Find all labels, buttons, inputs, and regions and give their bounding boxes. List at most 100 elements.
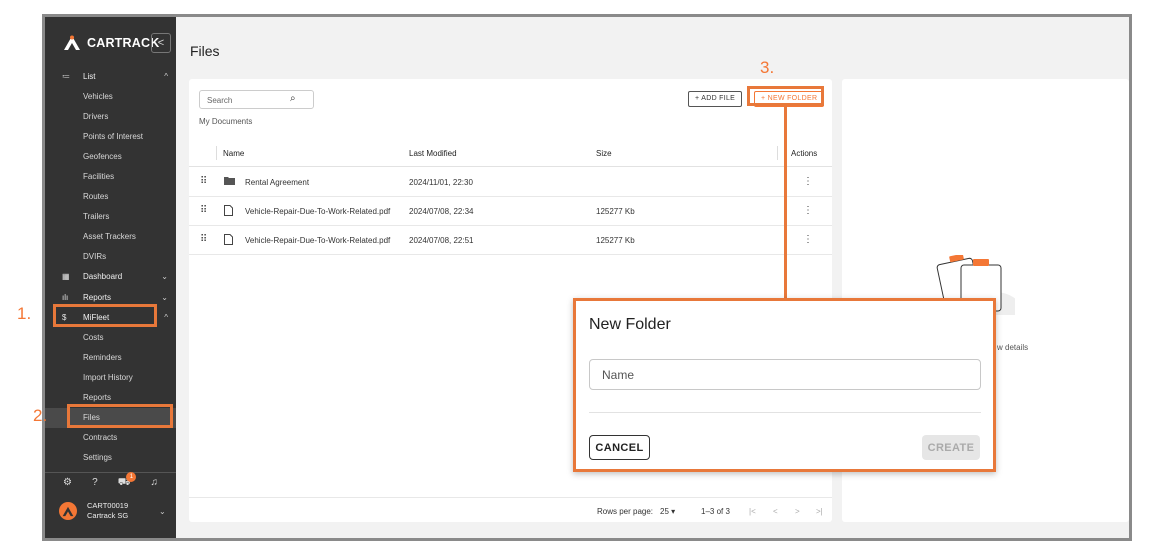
table-row[interactable]: ⠿ Vehicle-Repair-Due-To-Work-Related.pdf 2…	[189, 197, 832, 226]
file-name[interactable]: Vehicle-Repair-Due-To-Work-Related.pdf	[245, 236, 390, 245]
chevron-icon[interactable]: ⌄	[161, 272, 168, 281]
rows-per-page-value: 25	[660, 507, 669, 516]
sidebar-item-label: Dashboard	[83, 272, 123, 282]
create-button[interactable]: CREATE	[922, 435, 980, 460]
cartrack-logo-icon	[64, 35, 80, 50]
cancel-button[interactable]: CANCEL	[589, 435, 650, 460]
dialog-title: New Folder	[589, 316, 671, 333]
vehicle-alert-icon[interactable]: ⛟ 1	[118, 472, 137, 490]
drag-handle-icon[interactable]: ⠿	[200, 205, 207, 216]
sidebar-item-routes[interactable]: Routes	[45, 187, 176, 207]
column-header-actions: Actions	[791, 149, 818, 158]
chevron-icon[interactable]: ^	[164, 72, 168, 81]
sidebar-item-facilities[interactable]: Facilities	[45, 166, 176, 186]
avatar	[59, 502, 77, 520]
sidebar-item-geofences[interactable]: Geofences	[45, 146, 176, 166]
pagination-range: 1–3 of 3	[701, 507, 730, 516]
file-size: 125277 Kb	[596, 236, 635, 245]
sidebar: CARTRACK < ≔ List ^ Vehicles Drivers Points o…	[45, 17, 176, 538]
more-actions-icon[interactable]: ⋮	[803, 176, 813, 187]
file-icon	[224, 234, 233, 247]
collapse-sidebar-button[interactable]: <	[151, 33, 171, 53]
bar-chart-icon: ılı	[62, 292, 69, 302]
new-folder-dialog: New Folder Name CANCEL CREATE	[573, 298, 996, 472]
sidebar-item-label: Geofences	[83, 151, 122, 161]
sidebar-item-label: Points of Interest	[83, 131, 144, 141]
drag-handle-icon[interactable]: ⠿	[200, 234, 207, 245]
step-label-3: 3.	[760, 58, 775, 77]
sidebar-divider	[45, 472, 176, 473]
column-separator	[777, 146, 778, 160]
folder-icon	[224, 176, 235, 187]
sidebar-item-settings[interactable]: Settings	[45, 448, 176, 468]
sidebar-item-contracts[interactable]: Contracts	[45, 428, 176, 448]
sidebar-item-asset-trackers[interactable]: Asset Trackers	[45, 227, 176, 247]
sidebar-item-dvirs[interactable]: DVIRs	[45, 247, 176, 267]
sidebar-item-label: Vehicles	[83, 91, 113, 101]
add-file-button[interactable]: + ADD FILE	[688, 91, 743, 107]
annotation-highlight-files	[67, 404, 173, 428]
first-page-button[interactable]: |<	[749, 507, 756, 516]
sidebar-item-dashboard[interactable]: ▦ Dashboard ⌄	[45, 267, 176, 287]
folder-name-input[interactable]: Name	[589, 359, 981, 390]
sidebar-item-label: Import History	[83, 372, 133, 382]
rows-per-page-select[interactable]: 25 ▾	[660, 507, 675, 516]
drag-handle-icon[interactable]: ⠿	[200, 176, 207, 187]
search-icon[interactable]: ⌕	[290, 93, 825, 104]
sidebar-item-label: Contracts	[83, 433, 118, 443]
sidebar-item-label: Settings	[83, 453, 112, 463]
column-header-last-modified[interactable]: Last Modified	[409, 149, 457, 158]
notification-badge: 1	[126, 472, 137, 482]
table-row[interactable]: ⠿ Rental Agreement 2024/11/01, 22:30 ⋮	[189, 168, 832, 197]
user-account[interactable]: CART00019 Cartrack SG	[59, 501, 128, 521]
column-header-name[interactable]: Name	[223, 149, 244, 158]
bell-icon[interactable]: ♫	[150, 477, 158, 490]
sidebar-item-label: Asset Trackers	[83, 232, 136, 242]
dialog-divider	[589, 412, 981, 413]
column-header-size[interactable]: Size	[596, 149, 612, 158]
brand-logo: CARTRACK	[63, 35, 159, 51]
step-label-2: 2.	[33, 406, 48, 425]
help-icon[interactable]: ?	[92, 477, 98, 490]
annotation-connector	[784, 104, 787, 299]
table-row[interactable]: ⠿ Vehicle-Repair-Due-To-Work-Related.pdf 2…	[189, 226, 832, 255]
previous-page-button[interactable]: <	[773, 507, 778, 516]
file-modified: 2024/07/08, 22:34	[409, 207, 474, 216]
more-actions-icon[interactable]: ⋮	[803, 205, 813, 216]
chevron-icon[interactable]: ⌄	[161, 293, 168, 302]
file-icon	[224, 205, 233, 218]
sidebar-item-vehicles[interactable]: Vehicles	[45, 86, 176, 106]
sidebar-item-label: Trailers	[83, 212, 110, 222]
sidebar-item-trailers[interactable]: Trailers	[45, 207, 176, 227]
breadcrumb[interactable]: My Documents	[199, 117, 252, 126]
file-name[interactable]: Vehicle-Repair-Due-To-Work-Related.pdf	[245, 207, 390, 216]
sidebar-item-points-of-interest[interactable]: Points of Interest	[45, 126, 176, 146]
dashboard-icon: ▦	[62, 272, 70, 282]
bell-icon-glyph: ♫	[150, 477, 158, 488]
sidebar-item-reminders[interactable]: Reminders	[45, 347, 176, 367]
pagination: Rows per page: 25 ▾ 1–3 of 3 |< < > >|	[189, 497, 832, 522]
sidebar-item-costs[interactable]: Costs	[45, 327, 176, 347]
table-header: Name Last Modified Size Actions	[189, 139, 832, 167]
settings-icon-glyph: ⚙	[63, 477, 73, 488]
chevron-down-icon[interactable]: ⌄	[159, 507, 166, 516]
step-label-1: 1.	[17, 304, 32, 323]
next-page-button[interactable]: >	[795, 507, 800, 516]
help-icon-glyph: ?	[92, 477, 98, 488]
last-page-button[interactable]: >|	[816, 507, 823, 516]
file-name[interactable]: Rental Agreement	[245, 178, 309, 187]
sidebar-item-label: Drivers	[83, 111, 109, 121]
sidebar-item-list[interactable]: ≔ List ^	[45, 66, 176, 86]
chevron-icon[interactable]: ^	[164, 313, 168, 322]
user-account-id: CART00019	[87, 501, 129, 510]
more-actions-icon[interactable]: ⋮	[803, 234, 813, 245]
list-icon: ≔	[62, 71, 70, 81]
settings-icon[interactable]: ⚙	[63, 477, 72, 490]
sidebar-item-label: Reports	[83, 393, 112, 403]
annotation-highlight-mifleet	[53, 304, 157, 327]
sidebar-item-import-history[interactable]: Import History	[45, 367, 176, 387]
sidebar-item-drivers[interactable]: Drivers	[45, 106, 176, 126]
page-title: Files	[190, 43, 220, 59]
details-hint: w details	[997, 343, 1029, 352]
annotation-highlight-new-folder	[747, 86, 824, 106]
